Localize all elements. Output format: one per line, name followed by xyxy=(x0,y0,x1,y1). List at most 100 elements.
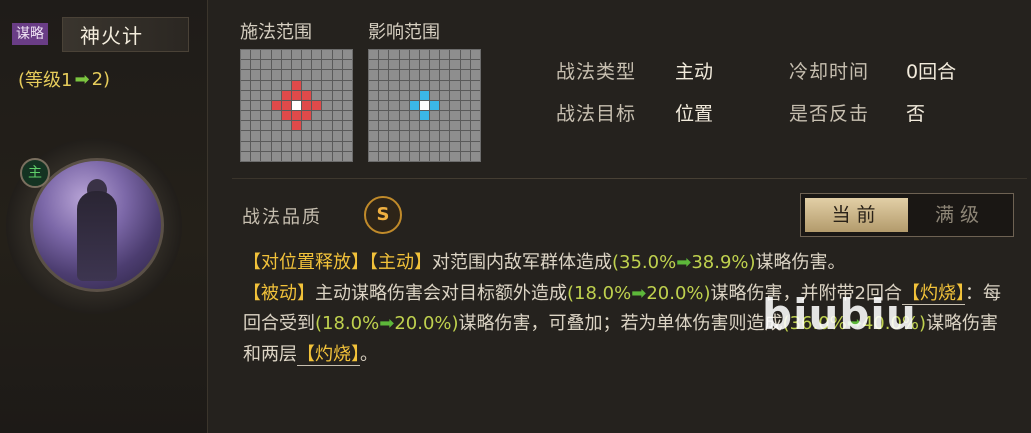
skill-type-value: 主动 xyxy=(675,61,714,83)
grid-cell xyxy=(291,70,302,80)
grid-cell xyxy=(409,100,419,111)
grid-cell xyxy=(369,80,379,90)
grid-cell xyxy=(409,121,419,131)
watermark-logo: biubiu xyxy=(762,290,917,339)
upgrade-arrow-icon: ➡ xyxy=(379,313,395,335)
grid-cell xyxy=(399,90,409,100)
tab-current[interactable]: 当前 xyxy=(805,198,908,232)
grid-cell xyxy=(332,60,342,70)
grid-cell xyxy=(332,111,342,121)
grid-cell xyxy=(409,50,419,60)
desc-value: 18.0% xyxy=(322,313,380,335)
grid-cell xyxy=(291,60,302,70)
skill-type-label: 战法类型 xyxy=(556,61,637,83)
desc-paren: ( xyxy=(612,252,620,273)
grid-cell xyxy=(342,111,352,121)
grid-cell xyxy=(281,151,291,161)
grid-cell xyxy=(430,100,440,111)
cooldown-label: 冷却时间 xyxy=(789,61,870,83)
desc-paren: ( xyxy=(567,282,575,304)
grid-cell xyxy=(271,70,281,80)
grid-cell xyxy=(460,151,470,161)
grid-cell xyxy=(369,141,379,151)
grid-cell xyxy=(409,151,419,161)
grid-cell xyxy=(369,151,379,161)
grid-cell xyxy=(450,121,460,131)
grid-cell xyxy=(460,50,470,60)
grid-cell xyxy=(470,50,480,60)
grid-cell xyxy=(271,50,281,60)
grid-cell xyxy=(322,121,332,131)
grid-cell xyxy=(450,50,460,60)
grid-cell xyxy=(291,111,302,121)
grid-cell xyxy=(369,60,379,70)
grid-cell xyxy=(460,141,470,151)
grid-cell xyxy=(251,121,261,131)
desc-value: 38.9% xyxy=(691,252,749,273)
grid-cell xyxy=(470,60,480,70)
grid-cell xyxy=(342,70,352,80)
grid-cell xyxy=(419,50,430,60)
grid-cell xyxy=(332,80,342,90)
desc-value: 20.0% xyxy=(646,282,704,304)
grid-cell xyxy=(251,141,261,151)
grid-cell xyxy=(281,111,291,121)
upgrade-arrow-icon: ➡ xyxy=(631,282,647,304)
grid-cell xyxy=(470,141,480,151)
grid-cell xyxy=(379,151,389,161)
grid-cell xyxy=(440,111,450,121)
grid-cell xyxy=(332,50,342,60)
grid-cell xyxy=(312,111,322,121)
cooldown-value: 0回合 xyxy=(906,61,957,83)
grid-cell xyxy=(419,121,430,131)
grid-cell xyxy=(369,50,379,60)
grid-cell xyxy=(369,131,379,141)
skill-type-tag: 谋略 xyxy=(12,23,48,45)
grid-cell xyxy=(460,60,470,70)
grid-cell xyxy=(419,70,430,80)
grid-cell xyxy=(251,50,261,60)
desc-paren: ) xyxy=(451,313,459,335)
grid-cell xyxy=(261,70,271,80)
active-skill-badge: 主 xyxy=(20,158,50,188)
grid-cell xyxy=(241,60,251,70)
desc-paren: ) xyxy=(703,282,711,304)
grid-cell xyxy=(450,111,460,121)
grid-cell xyxy=(291,121,302,131)
grid-cell xyxy=(460,80,470,90)
grid-cell xyxy=(261,60,271,70)
grid-cell xyxy=(379,131,389,141)
quality-grade-badge: S xyxy=(364,196,402,234)
grid-cell xyxy=(312,70,322,80)
tag-passive: 【被动】 xyxy=(243,282,315,304)
grid-cell xyxy=(460,111,470,121)
grid-cell xyxy=(312,60,322,70)
grid-cell xyxy=(389,131,399,141)
grid-cell xyxy=(342,50,352,60)
cast-range-grid xyxy=(240,49,353,162)
grid-cell xyxy=(281,131,291,141)
burn-status-link[interactable]: 【灼烧】 xyxy=(297,343,360,366)
grid-cell xyxy=(332,90,342,100)
level-to: 2) xyxy=(91,68,111,90)
grid-cell xyxy=(419,80,430,90)
grid-cell xyxy=(399,60,409,70)
grid-cell xyxy=(302,80,312,90)
grid-cell xyxy=(399,80,409,90)
grid-cell xyxy=(419,111,430,121)
grid-cell xyxy=(312,141,322,151)
tab-max-level[interactable]: 满级 xyxy=(911,198,1009,232)
grid-cell xyxy=(342,80,352,90)
grid-cell xyxy=(440,131,450,141)
grid-cell xyxy=(399,100,409,111)
grid-cell xyxy=(271,80,281,90)
grid-cell xyxy=(369,70,379,80)
grid-cell xyxy=(470,111,480,121)
grid-cell xyxy=(332,141,342,151)
grid-cell xyxy=(322,70,332,80)
grid-cell xyxy=(440,90,450,100)
tag-active: 【主动】 xyxy=(369,252,432,273)
grid-cell xyxy=(241,70,251,80)
skill-portrait xyxy=(30,158,164,292)
grid-cell xyxy=(312,50,322,60)
